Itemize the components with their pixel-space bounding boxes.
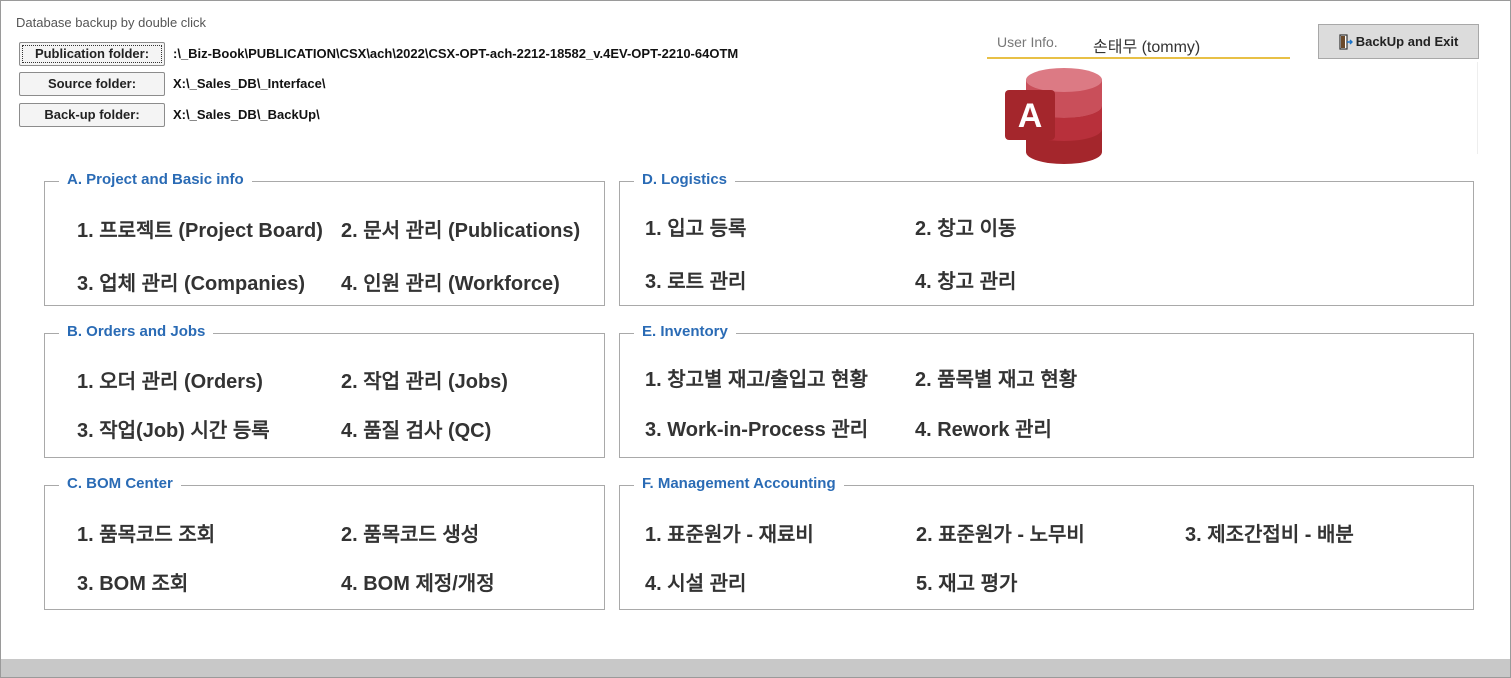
menu-item-rework[interactable]: 4. Rework 관리 xyxy=(915,413,1052,442)
menu-item-jobs[interactable]: 2. 작업 관리 (Jobs) xyxy=(341,365,508,394)
menu-item-workforce[interactable]: 4. 인원 관리 (Workforce) xyxy=(341,267,560,296)
menu-item-item-code-search[interactable]: 1. 품목코드 조회 xyxy=(77,518,215,547)
group-title: F. Management Accounting xyxy=(634,475,844,492)
group-title: A. Project and Basic info xyxy=(59,171,252,188)
menu-item-receiving[interactable]: 1. 입고 등록 xyxy=(645,212,746,241)
menu-item-job-time[interactable]: 3. 작업(Job) 시간 등록 xyxy=(77,414,270,443)
menu-item-facility-management[interactable]: 4. 시설 관리 xyxy=(645,567,746,596)
group-inventory: E. Inventory 1. 창고별 재고/출입고 현황 2. 품목별 재고 … xyxy=(619,323,1474,458)
group-title: B. Orders and Jobs xyxy=(59,323,214,340)
publication-folder-path: :\_Biz-Book\PUBLICATION\CSX\ach\2022\CSX… xyxy=(173,46,739,61)
group-logistics: D. Logistics 1. 입고 등록 2. 창고 이동 3. 로트 관리 … xyxy=(619,171,1474,306)
menu-item-lot-management[interactable]: 3. 로트 관리 xyxy=(645,265,746,294)
menu-item-publications[interactable]: 2. 문서 관리 (Publications) xyxy=(341,214,580,243)
menu-item-warehouse-transfer[interactable]: 2. 창고 이동 xyxy=(915,212,1016,241)
group-project-basic-info: A. Project and Basic info 1. 프로젝트 (Proje… xyxy=(44,171,605,306)
backup-and-exit-button[interactable]: BackUp and Exit xyxy=(1318,24,1479,59)
source-folder-button[interactable]: Source folder: xyxy=(19,72,165,96)
group-title: E. Inventory xyxy=(634,323,736,340)
exit-door-icon xyxy=(1339,33,1353,50)
backup-hint: Database backup by double click xyxy=(16,15,207,30)
group-bom-center: C. BOM Center 1. 품목코드 조회 2. 품목코드 생성 3. B… xyxy=(44,475,605,610)
menu-item-standard-cost-labor[interactable]: 2. 표준원가 - 노무비 xyxy=(916,518,1085,547)
menu-item-warehouse-inventory[interactable]: 1. 창고별 재고/출입고 현황 xyxy=(645,363,868,392)
backup-and-exit-label: BackUp and Exit xyxy=(1355,34,1459,49)
publication-folder-button[interactable]: Publication folder: xyxy=(19,42,165,66)
source-folder-path: X:\_Sales_DB\_Interface\ xyxy=(173,76,326,91)
user-info-value: 손태무 (tommy) xyxy=(1093,39,1201,56)
group-title: D. Logistics xyxy=(634,171,736,188)
group-orders-jobs: B. Orders and Jobs 1. 오더 관리 (Orders) 2. … xyxy=(44,323,605,458)
status-bar xyxy=(1,659,1510,677)
group-title: C. BOM Center xyxy=(59,475,181,492)
menu-item-bom-search[interactable]: 3. BOM 조회 xyxy=(77,567,188,596)
menu-item-bom-revise[interactable]: 4. BOM 제정/개정 xyxy=(341,567,495,596)
menu-item-wip[interactable]: 3. Work-in-Process 관리 xyxy=(645,413,868,442)
ms-access-icon: A xyxy=(1005,68,1102,164)
menu-item-companies[interactable]: 3. 업체 관리 (Companies) xyxy=(77,267,305,296)
backup-folder-path: X:\_Sales_DB\_BackUp\ xyxy=(173,107,320,122)
menu-item-item-code-create[interactable]: 2. 품목코드 생성 xyxy=(341,518,479,547)
menu-item-inventory-valuation[interactable]: 5. 재고 평가 xyxy=(916,567,1017,596)
menu-item-item-inventory[interactable]: 2. 품목별 재고 현황 xyxy=(915,363,1077,392)
user-info-label: User Info. xyxy=(997,34,1058,50)
menu-item-qc[interactable]: 4. 품질 검사 (QC) xyxy=(341,414,491,443)
menu-item-project-board[interactable]: 1. 프로젝트 (Project Board) xyxy=(77,214,323,243)
menu-item-overhead-allocation[interactable]: 3. 제조간접비 - 배분 xyxy=(1185,518,1354,547)
access-logo-letter: A xyxy=(1018,97,1043,135)
menu-item-warehouse-management[interactable]: 4. 창고 관리 xyxy=(915,265,1016,294)
group-management-accounting: F. Management Accounting 1. 표준원가 - 재료비 2… xyxy=(619,475,1474,610)
backup-folder-button[interactable]: Back-up folder: xyxy=(19,103,165,127)
user-info-underline xyxy=(987,57,1290,59)
menu-item-orders[interactable]: 1. 오더 관리 (Orders) xyxy=(77,365,263,394)
divider xyxy=(1477,62,1478,154)
menu-item-standard-cost-material[interactable]: 1. 표준원가 - 재료비 xyxy=(645,518,814,547)
